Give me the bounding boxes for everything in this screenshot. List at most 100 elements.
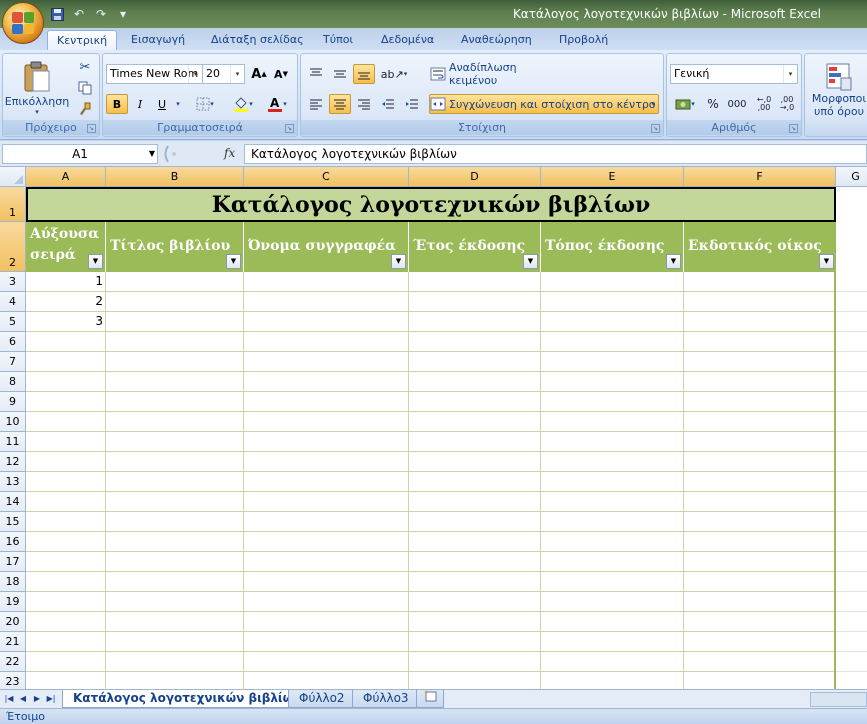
header-cell-publisher[interactable]: Εκδοτικός οίκος ▼ <box>684 222 836 272</box>
grid-cell[interactable] <box>244 612 409 632</box>
grid-cell[interactable] <box>836 512 867 532</box>
grid-cell[interactable] <box>836 612 867 632</box>
grid-cell[interactable] <box>26 532 106 552</box>
grid-cell[interactable] <box>26 332 106 352</box>
grid-cell[interactable] <box>836 312 867 332</box>
grid-cell[interactable] <box>836 672 867 689</box>
grid-cell[interactable] <box>836 392 867 412</box>
grid-cell[interactable] <box>541 572 684 592</box>
grid-cell[interactable] <box>244 432 409 452</box>
grid-cell[interactable] <box>541 432 684 452</box>
prev-sheet-icon[interactable]: ◀ <box>17 692 29 706</box>
grid-cell[interactable] <box>409 612 541 632</box>
column-header-e[interactable]: E <box>541 167 684 187</box>
merge-center-button[interactable]: Συγχώνευση και στοίχιση στο κέντρο ▾ <box>429 94 659 114</box>
grid-cell[interactable] <box>106 392 244 412</box>
grid-cell[interactable] <box>684 652 836 672</box>
formula-input[interactable]: Κατάλογος λογοτεχνικών βιβλίων <box>244 144 867 164</box>
grid-cell[interactable] <box>244 272 409 292</box>
grid-cell[interactable] <box>836 412 867 432</box>
increase-indent-button[interactable] <box>401 94 423 114</box>
grid-cell[interactable] <box>541 412 684 432</box>
tab-home[interactable]: Κεντρική <box>47 30 118 50</box>
grid-cell[interactable] <box>106 532 244 552</box>
grid-cell[interactable] <box>684 432 836 452</box>
grid-cell[interactable] <box>106 572 244 592</box>
header-cell-place[interactable]: Τόπος έκδοσης ▼ <box>541 222 684 272</box>
grid-cell[interactable] <box>836 452 867 472</box>
grid-cell[interactable] <box>244 452 409 472</box>
grid-cell[interactable] <box>409 272 541 292</box>
row-header[interactable]: 2 <box>0 222 26 272</box>
grid-cell[interactable] <box>26 412 106 432</box>
first-sheet-icon[interactable]: |◀ <box>3 692 15 706</box>
grid-cell[interactable] <box>26 432 106 452</box>
insert-sheet-button[interactable] <box>416 690 444 708</box>
grid-cell[interactable] <box>106 372 244 392</box>
decrease-indent-button[interactable] <box>377 94 399 114</box>
grid-cell[interactable] <box>409 312 541 332</box>
grid-cell[interactable] <box>244 392 409 412</box>
grid-cell[interactable] <box>541 552 684 572</box>
grid-cell[interactable] <box>541 352 684 372</box>
redo-icon[interactable]: ↷ <box>92 6 110 22</box>
grid-cell[interactable] <box>684 332 836 352</box>
align-center-button[interactable] <box>329 94 351 114</box>
align-right-button[interactable] <box>353 94 375 114</box>
row-header[interactable]: 9 <box>0 392 26 412</box>
grid-cell[interactable] <box>26 512 106 532</box>
tab-insert[interactable]: Εισαγωγή <box>122 30 194 50</box>
grid-cell[interactable] <box>836 592 867 612</box>
decrease-decimal-button[interactable]: ,00 →,0 <box>776 94 798 114</box>
grid-cell[interactable] <box>409 672 541 689</box>
grid-cell[interactable] <box>409 452 541 472</box>
comma-style-button[interactable]: 000 <box>725 94 749 114</box>
grid-cell[interactable] <box>244 632 409 652</box>
row-header[interactable]: 4 <box>0 292 26 312</box>
grid-cell[interactable] <box>244 312 409 332</box>
grid-cell[interactable] <box>684 292 836 312</box>
grid-cell[interactable] <box>106 472 244 492</box>
grid-cell[interactable] <box>836 652 867 672</box>
customize-qat-icon[interactable]: ▾ <box>114 6 132 22</box>
grid-cell[interactable] <box>541 292 684 312</box>
grid-cell[interactable] <box>541 392 684 412</box>
column-header-c[interactable]: C <box>244 167 409 187</box>
grid-cell[interactable] <box>684 672 836 689</box>
grid-cell[interactable] <box>684 472 836 492</box>
grid-cell[interactable] <box>106 552 244 572</box>
tab-review[interactable]: Αναθεώρηση <box>452 30 541 50</box>
grid-cell[interactable] <box>409 592 541 612</box>
row-header[interactable]: 17 <box>0 552 26 572</box>
grid-cell[interactable] <box>409 332 541 352</box>
grid-cell[interactable] <box>684 392 836 412</box>
row-header[interactable]: 10 <box>0 412 26 432</box>
office-button[interactable] <box>2 2 44 44</box>
grid-cell[interactable] <box>106 512 244 532</box>
column-header-d[interactable]: D <box>409 167 541 187</box>
grid-cell[interactable] <box>684 572 836 592</box>
row-header[interactable]: 19 <box>0 592 26 612</box>
grid-cell[interactable] <box>836 632 867 652</box>
sheet-tab-3[interactable]: Φύλλο3 <box>352 690 420 708</box>
grid-cell[interactable] <box>684 492 836 512</box>
grid-cell[interactable] <box>26 472 106 492</box>
grid-cell[interactable] <box>541 632 684 652</box>
font-name-select[interactable]: Times New Rom ▾ <box>106 64 203 84</box>
save-icon[interactable] <box>48 6 66 22</box>
row-header[interactable]: 18 <box>0 572 26 592</box>
dialog-launcher-icon[interactable]: ↘ <box>285 124 294 133</box>
format-painter-button[interactable] <box>75 100 95 118</box>
grid-cell[interactable] <box>26 672 106 689</box>
grid-cell[interactable] <box>26 552 106 572</box>
row-header[interactable]: 11 <box>0 432 26 452</box>
row-header[interactable]: 5 <box>0 312 26 332</box>
grid-cell[interactable] <box>106 492 244 512</box>
italic-button[interactable]: I <box>130 94 150 114</box>
underline-button[interactable]: U <box>152 94 172 114</box>
grid-cell[interactable] <box>836 432 867 452</box>
grid-cell[interactable] <box>836 372 867 392</box>
grid-cell[interactable] <box>26 592 106 612</box>
grid-cell[interactable] <box>541 452 684 472</box>
dialog-launcher-icon[interactable]: ↘ <box>87 124 96 133</box>
